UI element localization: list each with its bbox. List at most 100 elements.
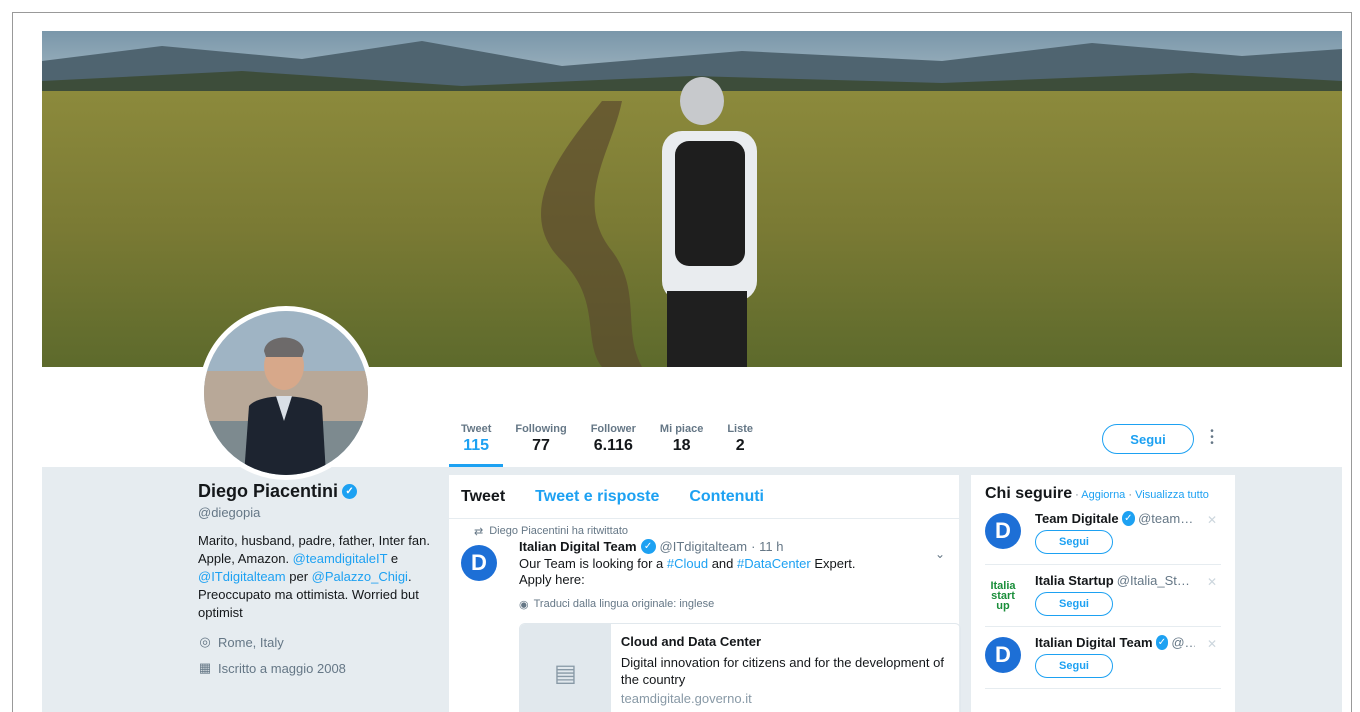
retweet-icon: ⇄ (474, 526, 484, 538)
banner-image (42, 31, 1342, 367)
retweet-context: ⇄ Diego Piacentini ha ritwittato (474, 525, 628, 538)
separator: · (1128, 489, 1133, 501)
tweet-time[interactable]: · 11 h (751, 539, 783, 554)
stat-tweets[interactable]: Tweet 115 (449, 423, 504, 467)
tweet-text-part: Expert. (810, 556, 856, 571)
bio-text: per (285, 569, 312, 584)
translate-text: Traduci dalla lingua originale: inglese (533, 598, 715, 610)
profile-avatar[interactable] (199, 306, 373, 480)
avatar-photo (204, 311, 368, 475)
card-title: Cloud and Data Center (620, 634, 762, 649)
location-pin-icon: ◎ (199, 634, 211, 649)
profile-banner (42, 31, 1342, 367)
suggestion-title: Team Digitale ✓ @teamdi... (1035, 511, 1195, 526)
who-to-follow: Chi seguire · Aggiorna · Visualizza tutt… (971, 475, 1235, 712)
card-description: Digital innovation for citizens and for … (620, 655, 944, 687)
follow-suggestion-button[interactable]: Segui (1035, 592, 1113, 616)
suggestion-name[interactable]: Italia Startup (1035, 573, 1114, 588)
suggestion-handle[interactable]: @I... (1171, 635, 1195, 650)
who-to-follow-header: Chi seguire · Aggiorna · Visualizza tutt… (985, 485, 1221, 503)
stat-label: Follower (590, 423, 636, 435)
view-all-link[interactable]: Visualizza tutto (1135, 489, 1209, 501)
profile-joined: ▦ Iscritto a maggio 2008 (198, 660, 438, 676)
suggestion-item[interactable]: D Italian Digital Team ✓ @I... ✕ Segui (985, 627, 1221, 689)
stat-followers[interactable]: Follower 6.116 (579, 423, 648, 467)
tweet-text: Our Team is looking for a #Cloud and #Da… (519, 556, 947, 588)
bio-mention-palazzo-chigi[interactable]: @Palazzo_Chigi (312, 569, 408, 584)
stat-label: Tweet (461, 423, 492, 435)
card-domain: teamdigitale.governo.it (620, 691, 752, 706)
stat-label: Following (515, 423, 567, 435)
link-card[interactable]: ▤ Cloud and Data Center Digital innovati… (519, 623, 961, 712)
suggestion-item[interactable]: Italia start up Italia Startup @Italia_S… (985, 565, 1221, 627)
tweet-header: Italian Digital Team ✓ @ITdigitalteam · … (519, 539, 947, 554)
who-to-follow-links: · Aggiorna · Visualizza tutto (1075, 489, 1209, 501)
follow-button[interactable]: Segui (1102, 424, 1194, 454)
verified-badge-icon: ✓ (1155, 635, 1169, 650)
stat-lists[interactable]: Liste 2 (715, 423, 765, 467)
profile-bio: Marito, husband, padre, father, Inter fa… (198, 532, 438, 622)
card-body: Cloud and Data Center Digital innovation… (611, 624, 960, 712)
browser-frame: Tweet 115 Following 77 Follower 6.116 Mi… (12, 12, 1352, 712)
stat-value: 18 (672, 437, 691, 454)
stat-value: 115 (463, 437, 490, 454)
bio-mention-itdigitalteam[interactable]: @ITdigitalteam (198, 569, 286, 584)
joined-text: Iscritto a maggio 2008 (218, 660, 346, 676)
profile-location: ◎ Rome, Italy (198, 634, 438, 650)
hashtag-datacenter[interactable]: #DataCenter (737, 556, 811, 571)
close-icon[interactable]: ✕ (1207, 575, 1217, 589)
chevron-down-icon[interactable]: ⌄ (935, 547, 945, 561)
suggestion-handle[interactable]: @teamdi... (1138, 511, 1195, 526)
bio-text: e (387, 551, 399, 566)
tweet-text-part: and (708, 556, 738, 571)
stat-value: 77 (532, 437, 550, 454)
tab-tweets-replies[interactable]: Tweet e risposte (535, 488, 659, 506)
profile-name-text: Diego Piacentini (198, 481, 339, 501)
suggestion-item[interactable]: D Team Digitale ✓ @teamdi... ✕ Segui (985, 503, 1221, 565)
separator: · (1075, 489, 1079, 501)
more-vertical-icon[interactable]: • • • (1209, 427, 1215, 449)
profile-handle[interactable]: @diegopia (198, 505, 438, 520)
stat-likes[interactable]: Mi piace 18 (648, 423, 715, 467)
refresh-link[interactable]: Aggiorna (1081, 489, 1125, 501)
hashtag-cloud[interactable]: #Cloud (667, 556, 708, 571)
suggestion-title: Italia Startup @Italia_Star... (1035, 573, 1195, 588)
suggestion-handle[interactable]: @Italia_Star... (1117, 573, 1195, 588)
tab-media[interactable]: Contenuti (689, 488, 764, 506)
close-icon[interactable]: ✕ (1207, 513, 1217, 527)
suggestion-name[interactable]: Italian Digital Team (1035, 635, 1153, 650)
who-to-follow-title: Chi seguire (985, 485, 1073, 502)
tweet-avatar[interactable]: D (461, 545, 497, 581)
stat-value: 6.116 (593, 437, 633, 454)
tweet-text-part: Apply here: (519, 572, 585, 587)
profile-stats: Tweet 115 Following 77 Follower 6.116 Mi… (449, 423, 765, 467)
timeline: Tweet Tweet e risposte Contenuti ⇄ Diego… (449, 475, 961, 712)
suggestion-avatar[interactable]: D (985, 513, 1021, 549)
verified-badge-icon: ✓ (342, 484, 358, 499)
retweet-context-text: Diego Piacentini ha ritwittato (489, 525, 629, 537)
profile-name: Diego Piacentini ✓ (198, 481, 438, 502)
stat-following[interactable]: Following 77 (503, 423, 578, 467)
tweet-text-part: Our Team is looking for a (519, 556, 667, 571)
suggestion-name[interactable]: Team Digitale (1035, 511, 1119, 526)
close-icon[interactable]: ✕ (1207, 637, 1217, 651)
tweet-author-name[interactable]: Italian Digital Team (519, 539, 637, 554)
location-text: Rome, Italy (218, 634, 284, 650)
globe-icon: ◉ (519, 599, 529, 611)
profile-card: Diego Piacentini ✓ @diegopia Marito, hus… (198, 481, 438, 676)
tweet-author-handle[interactable]: @ITdigitalteam (660, 539, 748, 554)
suggestion-avatar[interactable]: Italia start up (985, 575, 1021, 612)
translate-link[interactable]: ◉ Traduci dalla lingua originale: ingles… (519, 598, 947, 611)
calendar-icon: ▦ (198, 660, 212, 675)
tweet-item[interactable]: ⇄ Diego Piacentini ha ritwittato D ⌄ Ita… (449, 519, 961, 712)
stat-label: Mi piace (659, 423, 704, 435)
follow-suggestion-button[interactable]: Segui (1035, 654, 1113, 678)
suggestion-avatar[interactable]: D (985, 637, 1021, 673)
verified-badge-icon: ✓ (640, 539, 656, 554)
follow-suggestion-button[interactable]: Segui (1035, 530, 1113, 554)
stat-label: Liste (727, 423, 754, 435)
profile-content: Diego Piacentini ✓ @diegopia Marito, hus… (42, 467, 1342, 712)
tab-tweets[interactable]: Tweet (461, 488, 505, 506)
timeline-tabs: Tweet Tweet e risposte Contenuti (449, 475, 959, 519)
bio-mention-teamdigitale[interactable]: @teamdigitaleIT (293, 551, 388, 566)
